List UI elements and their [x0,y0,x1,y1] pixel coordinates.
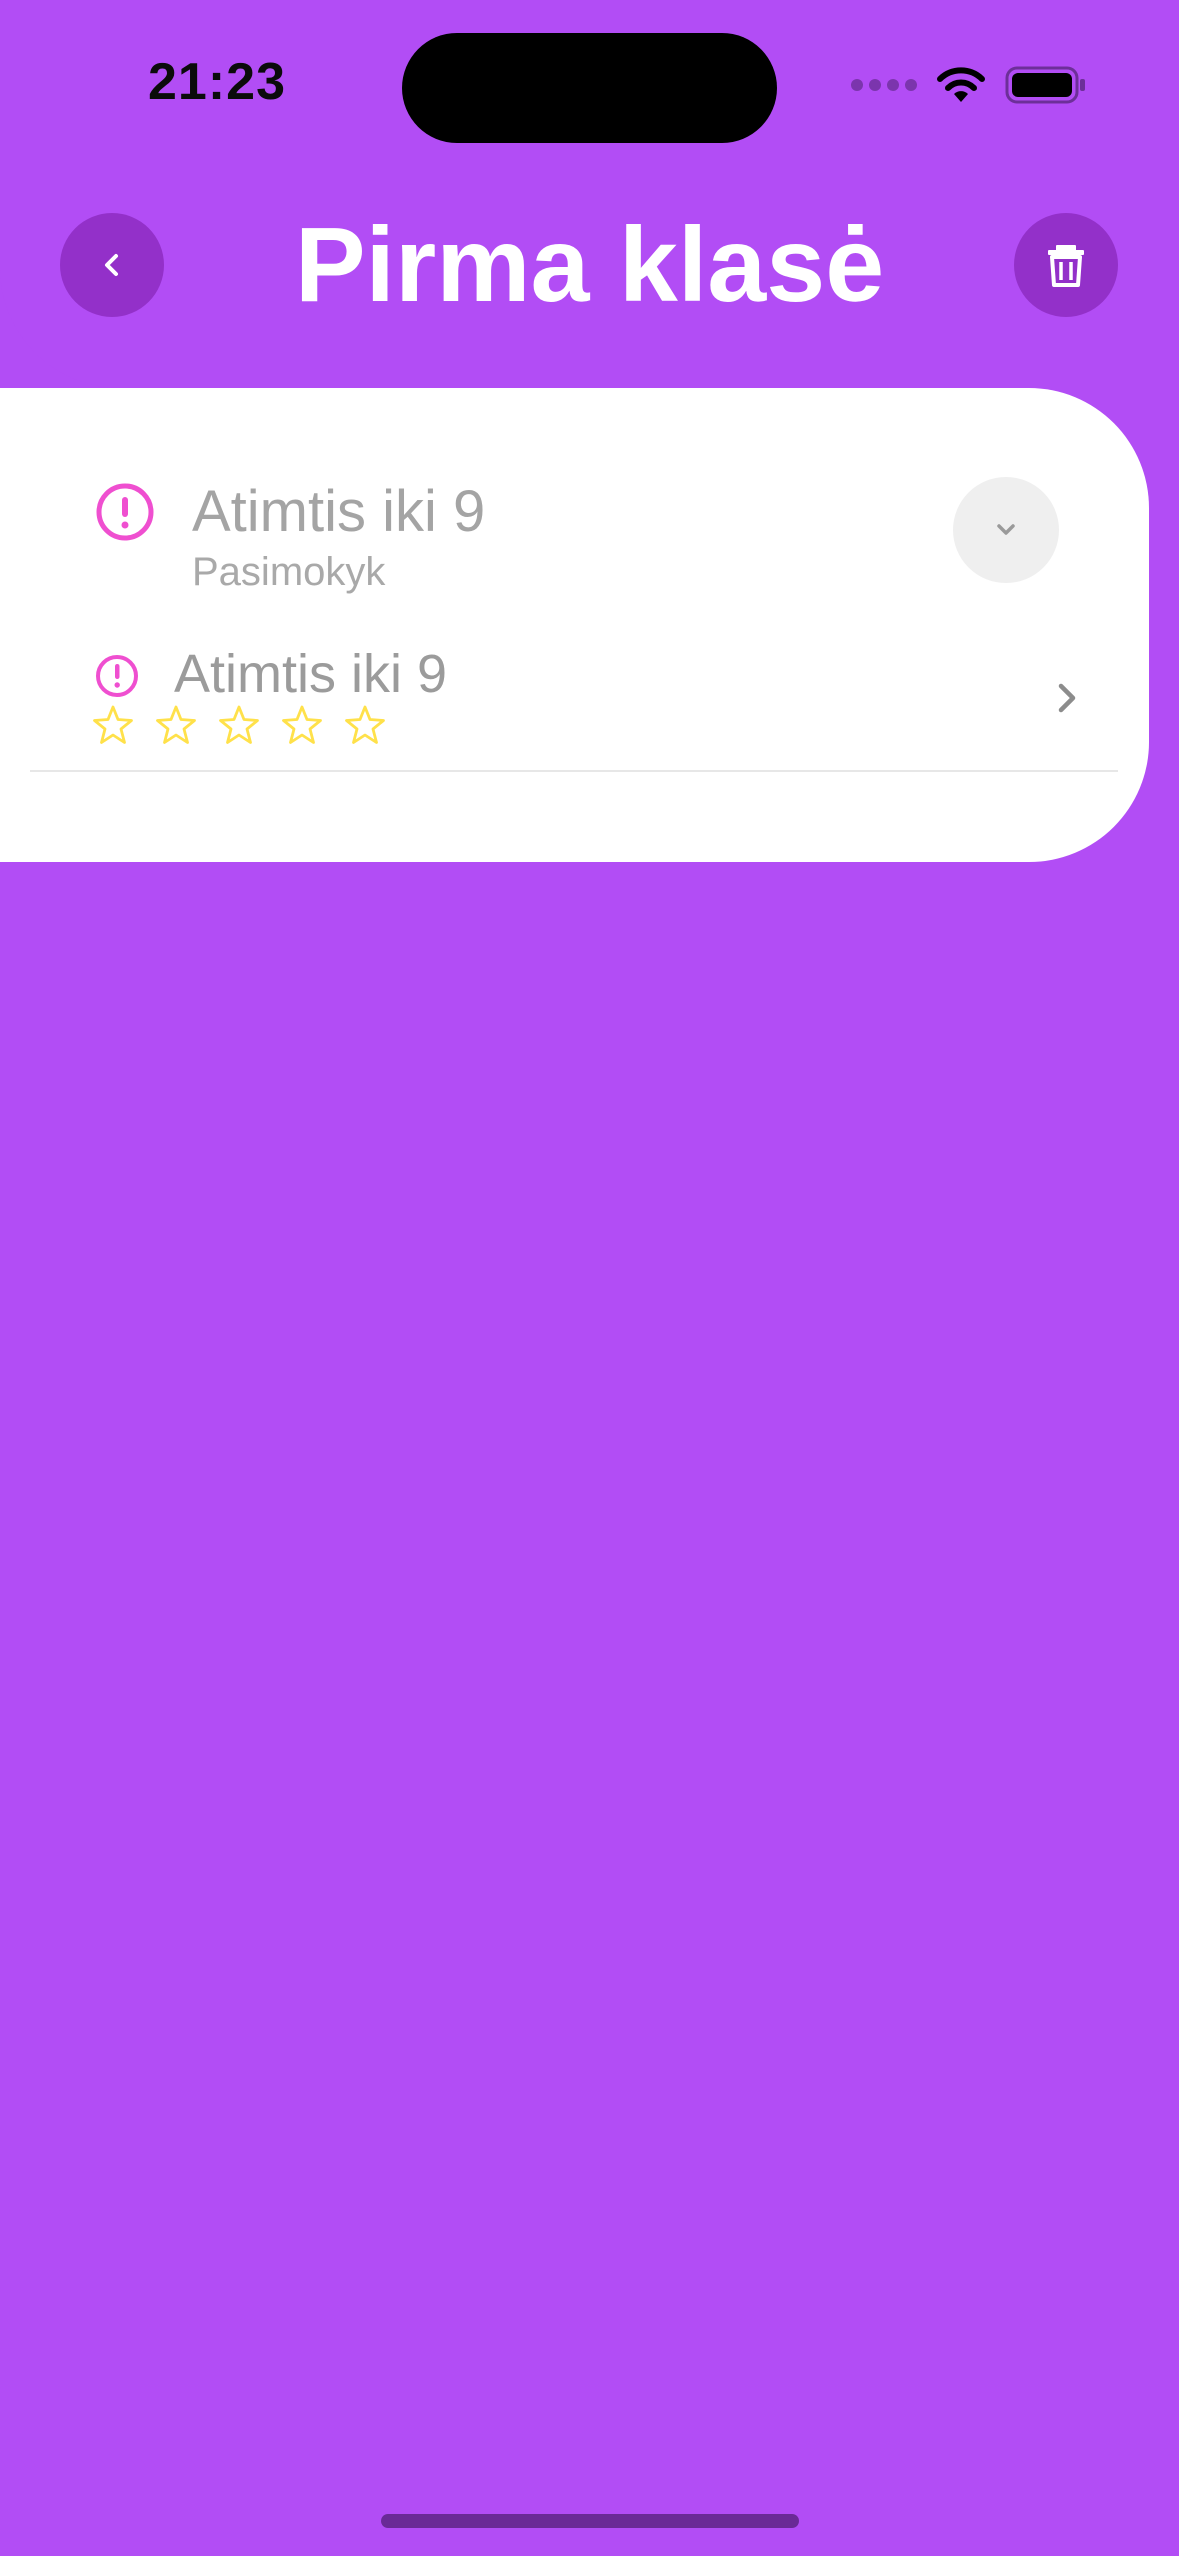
page-title: Pirma klasė [294,206,885,324]
star-icon [345,705,385,744]
status-icons [851,60,1087,110]
alert-circle-icon [94,653,140,704]
star-icon [93,705,133,744]
alert-circle-icon [95,482,155,547]
divider [30,770,1118,772]
chevron-down-icon [997,524,1015,535]
home-indicator[interactable] [381,2514,799,2528]
lesson-title[interactable]: Atimtis iki 9 [174,636,447,712]
star-icon [219,705,259,744]
trash-icon [1048,245,1084,287]
delete-button[interactable] [1014,213,1118,317]
battery-icon [1005,65,1087,105]
lesson-title[interactable]: Atimtis iki 9 [192,474,485,550]
wifi-icon [935,66,987,104]
open-lesson-button[interactable] [1052,678,1082,723]
expand-button[interactable] [953,477,1059,583]
signal-icon [851,79,917,91]
star-icon [282,705,322,744]
status-time: 21:23 [148,53,286,111]
lesson-subtitle: Pasimokyk [192,550,386,594]
dynamic-island [402,33,777,143]
star-rating [92,704,386,746]
star-icon [156,705,196,744]
lessons-card [0,388,1149,862]
chevron-right-icon [1058,683,1076,713]
